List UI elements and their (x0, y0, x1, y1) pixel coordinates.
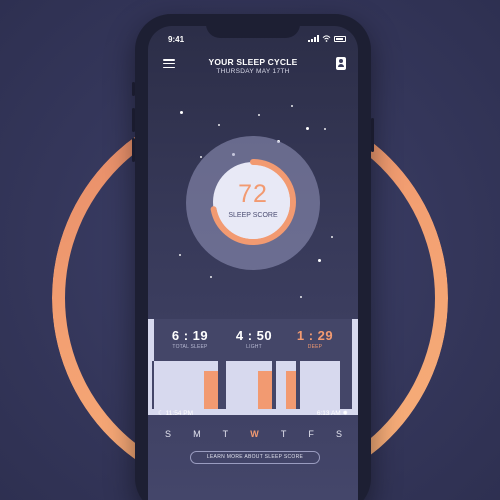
page-date: THURSDAY MAY 17TH (216, 68, 290, 75)
learn-more-button[interactable]: LEARN MORE ABOUT SLEEP SCORE (190, 451, 320, 464)
sleep-score-value: 72 (238, 180, 268, 208)
day-monday[interactable]: M (193, 429, 201, 439)
status-icons (308, 35, 346, 42)
day-friday[interactable]: F (308, 429, 314, 439)
day-thursday[interactable]: T (281, 429, 287, 439)
sleep-start-time: 11:54 PM (165, 410, 193, 417)
light-sleep-bar (276, 363, 286, 409)
wake-time: 6:13 AM (316, 410, 341, 417)
deep-sleep-bar (286, 371, 296, 409)
stat-light-value: 4 : 50 (235, 328, 273, 343)
day-tuesday[interactable]: T (223, 429, 229, 439)
status-time: 9:41 (168, 35, 185, 44)
stat-total-sleep-label: TOTAL SLEEP (172, 344, 208, 350)
phone-volume-down-button (132, 138, 135, 162)
phone-mute-button (132, 82, 135, 96)
day-wednesday[interactable]: W (250, 429, 259, 439)
status-bar: 9:41 (148, 34, 358, 48)
sleep-end: 6:13 AM ✹ (317, 409, 348, 417)
battery-icon (334, 35, 346, 42)
week-day-selector: S M T W T F S (148, 429, 358, 439)
moon-icon: ☾ (158, 410, 164, 417)
awake-bar (340, 361, 352, 409)
wifi-icon (322, 35, 331, 42)
sleep-score-label: SLEEP SCORE (228, 212, 278, 219)
sun-icon: ✹ (342, 410, 348, 417)
light-sleep-bar (226, 361, 258, 409)
stat-deep: 1 : 29 DEEP (293, 328, 337, 350)
page-title: YOUR SLEEP CYCLE (208, 57, 298, 67)
app-screen: 9:41 YOUR SLEEP CYCLE THURSDAY MAY 17TH (148, 26, 358, 500)
stat-light-label: LIGHT (246, 344, 262, 350)
deep-sleep-bar (258, 371, 272, 409)
day-saturday[interactable]: S (336, 429, 342, 439)
profile-icon[interactable] (336, 57, 346, 70)
light-sleep-bar (154, 363, 202, 409)
sleep-start: ☾ 11:54 PM (158, 409, 193, 417)
stat-deep-value: 1 : 29 (296, 328, 334, 343)
stat-light: 4 : 50 LIGHT (232, 328, 276, 350)
deep-sleep-bar (204, 371, 218, 409)
phone-power-button (371, 118, 374, 152)
stat-deep-label: DEEP (307, 344, 323, 350)
awake-bar (218, 361, 226, 409)
light-sleep-bar (300, 363, 340, 409)
stat-total-sleep: 6 : 19 TOTAL SLEEP (168, 328, 212, 350)
day-sunday[interactable]: S (165, 429, 171, 439)
stat-total-sleep-value: 6 : 19 (171, 328, 209, 343)
signal-icon (308, 35, 319, 42)
phone-volume-up-button (132, 108, 135, 132)
